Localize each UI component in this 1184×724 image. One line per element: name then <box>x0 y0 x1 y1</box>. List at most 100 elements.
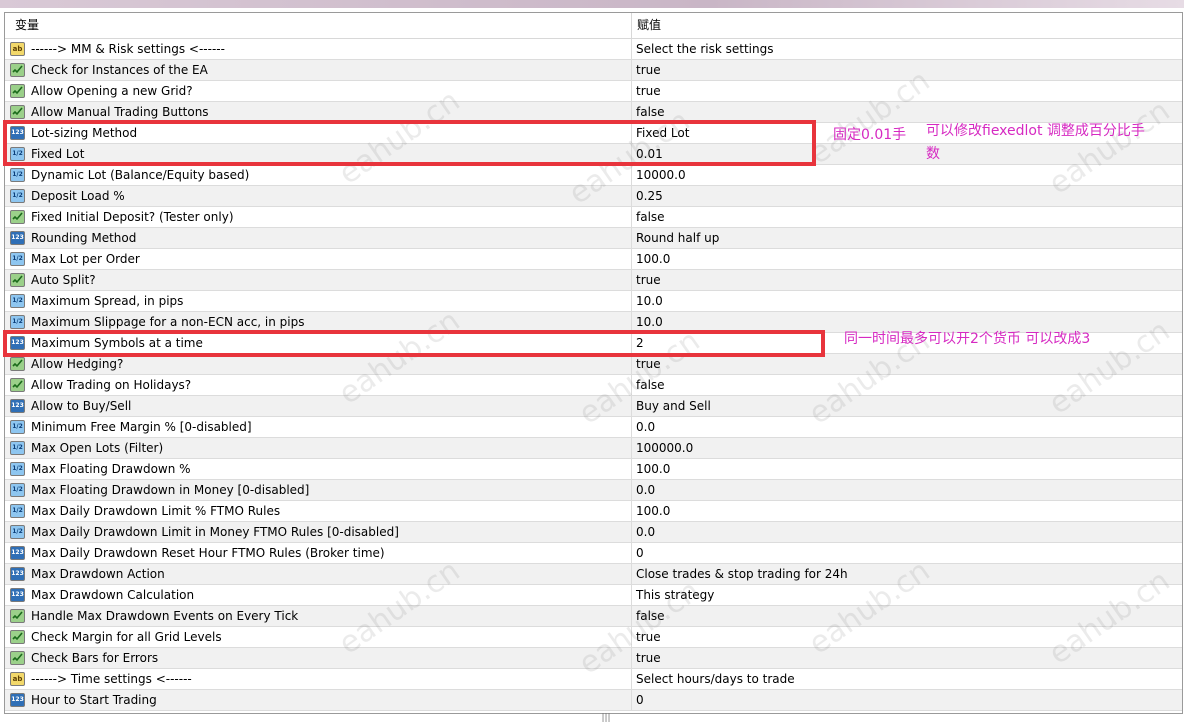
table-row[interactable]: 1/2 Dynamic Lot (Balance/Equity based) 100… <box>5 165 1182 186</box>
parameter-name: Dynamic Lot (Balance/Equity based) <box>31 168 250 182</box>
header-value[interactable]: 赋值 <box>637 13 661 38</box>
table-row[interactable]: 1/2 Max Daily Drawdown Limit % FTMO Rules… <box>5 501 1182 522</box>
column-divider <box>631 522 632 542</box>
parameter-value[interactable]: Close trades & stop trading for 24h <box>636 564 848 584</box>
header-variable[interactable]: 变量 <box>15 13 39 38</box>
double-type-icon: 1/2 <box>10 315 25 329</box>
boolean-check-icon <box>10 84 25 98</box>
table-row[interactable]: 123 Max Drawdown Calculation This strategy <box>5 585 1182 606</box>
table-row[interactable]: Handle Max Drawdown Events on Every Tick… <box>5 606 1182 627</box>
parameter-value[interactable]: 0.0 <box>636 480 655 500</box>
parameter-value[interactable]: This strategy <box>636 585 714 605</box>
parameter-value[interactable]: Fixed Lot <box>636 123 689 143</box>
parameter-value[interactable]: Round half up <box>636 228 719 248</box>
table-row[interactable]: 1/2 Minimum Free Margin % [0-disabled] 0.0 <box>5 417 1182 438</box>
column-divider <box>631 690 632 710</box>
table-row[interactable]: 123 Allow to Buy/Sell Buy and Sell <box>5 396 1182 417</box>
parameter-value[interactable]: 100000.0 <box>636 438 693 458</box>
integer-type-icon: 123 <box>10 231 25 245</box>
resize-grip[interactable]: ||| <box>600 713 612 723</box>
parameter-value[interactable]: true <box>636 270 661 290</box>
parameter-value[interactable]: true <box>636 354 661 374</box>
integer-type-icon: 123 <box>10 546 25 560</box>
string-type-icon: ab <box>10 42 25 56</box>
parameter-value[interactable]: 100.0 <box>636 501 670 521</box>
integer-type-icon: 123 <box>10 693 25 707</box>
table-row[interactable]: Check Margin for all Grid Levels true <box>5 627 1182 648</box>
parameter-value[interactable]: Select hours/days to trade <box>636 669 795 689</box>
parameter-value[interactable]: Select the risk settings <box>636 39 773 59</box>
parameter-value[interactable]: true <box>636 627 661 647</box>
table-row[interactable]: 123 Rounding Method Round half up <box>5 228 1182 249</box>
column-divider <box>631 81 632 101</box>
integer-type-icon: 123 <box>10 126 25 140</box>
table-row[interactable]: 1/2 Max Open Lots (Filter) 100000.0 <box>5 438 1182 459</box>
table-row[interactable]: 1/2 Fixed Lot 0.01 <box>5 144 1182 165</box>
parameter-value[interactable]: 0.01 <box>636 144 663 164</box>
table-row[interactable]: 123 Max Drawdown Action Close trades & sto… <box>5 564 1182 585</box>
parameter-value[interactable]: true <box>636 648 661 668</box>
boolean-check-icon <box>10 630 25 644</box>
parameter-name: Handle Max Drawdown Events on Every Tick <box>31 609 299 623</box>
parameter-value[interactable]: true <box>636 60 661 80</box>
integer-type-icon: 123 <box>10 336 25 350</box>
table-row[interactable]: 1/2 Max Floating Drawdown in Money [0-dis… <box>5 480 1182 501</box>
parameter-value[interactable]: false <box>636 375 665 395</box>
boolean-check-icon <box>10 357 25 371</box>
parameter-value[interactable]: false <box>636 606 665 626</box>
parameter-name: Max Daily Drawdown Limit in Money FTMO R… <box>31 525 399 539</box>
table-row[interactable]: 1/2 Deposit Load % 0.25 <box>5 186 1182 207</box>
header-column-divider[interactable] <box>631 13 632 38</box>
column-divider <box>631 564 632 584</box>
parameter-name: Allow Opening a new Grid? <box>31 84 193 98</box>
double-type-icon: 1/2 <box>10 525 25 539</box>
table-row[interactable]: Auto Split? true <box>5 270 1182 291</box>
parameter-value[interactable]: true <box>636 81 661 101</box>
table-row[interactable]: 1/2 Maximum Spread, in pips 10.0 <box>5 291 1182 312</box>
parameter-value[interactable]: Buy and Sell <box>636 396 711 416</box>
table-row[interactable]: 1/2 Max Daily Drawdown Limit in Money FTM… <box>5 522 1182 543</box>
column-divider <box>631 270 632 290</box>
parameter-value[interactable]: 10.0 <box>636 312 663 332</box>
parameter-value[interactable]: 100.0 <box>636 459 670 479</box>
parameter-value[interactable]: 100.0 <box>636 249 670 269</box>
table-row[interactable]: 123 Max Daily Drawdown Reset Hour FTMO Ru… <box>5 543 1182 564</box>
double-type-icon: 1/2 <box>10 483 25 497</box>
parameter-name: Max Drawdown Action <box>31 567 165 581</box>
parameter-value[interactable]: false <box>636 102 665 122</box>
parameter-value[interactable]: 0 <box>636 543 644 563</box>
column-divider <box>631 543 632 563</box>
parameter-name: Fixed Initial Deposit? (Tester only) <box>31 210 234 224</box>
parameter-value[interactable]: 10000.0 <box>636 165 686 185</box>
parameter-name: Check Bars for Errors <box>31 651 159 665</box>
table-row[interactable]: 123 Hour to Start Trading 0 <box>5 690 1182 711</box>
parameter-value[interactable]: false <box>636 207 665 227</box>
table-row[interactable]: Allow Manual Trading Buttons false <box>5 102 1182 123</box>
table-row[interactable]: Check Bars for Errors true <box>5 648 1182 669</box>
table-row[interactable]: ab ------> Time settings <------ Select ho… <box>5 669 1182 690</box>
column-divider <box>631 333 632 353</box>
column-divider <box>631 207 632 227</box>
parameter-value[interactable]: 0.25 <box>636 186 663 206</box>
table-row[interactable]: Allow Trading on Holidays? false <box>5 375 1182 396</box>
table-row[interactable]: 1/2 Max Lot per Order 100.0 <box>5 249 1182 270</box>
table-row[interactable]: Check for Instances of the EA true <box>5 60 1182 81</box>
parameter-name: Deposit Load % <box>31 189 125 203</box>
table-row[interactable]: ab ------> MM & Risk settings <------ Sele… <box>5 39 1182 60</box>
table-row[interactable]: 1/2 Max Floating Drawdown % 100.0 <box>5 459 1182 480</box>
table-row[interactable]: Allow Hedging? true <box>5 354 1182 375</box>
parameter-name: Max Daily Drawdown Reset Hour FTMO Rules… <box>31 546 385 560</box>
parameter-value[interactable]: 0 <box>636 690 644 710</box>
table-row[interactable]: Allow Opening a new Grid? true <box>5 81 1182 102</box>
boolean-check-icon <box>10 651 25 665</box>
parameter-name: ------> Time settings <------ <box>31 672 192 686</box>
parameter-value[interactable]: 0.0 <box>636 522 655 542</box>
column-divider <box>631 585 632 605</box>
parameter-value[interactable]: 2 <box>636 333 644 353</box>
column-divider <box>631 606 632 626</box>
table-row[interactable]: Fixed Initial Deposit? (Tester only) fals… <box>5 207 1182 228</box>
parameter-value[interactable]: 10.0 <box>636 291 663 311</box>
column-divider <box>631 396 632 416</box>
parameter-name: Allow Manual Trading Buttons <box>31 105 209 119</box>
parameter-value[interactable]: 0.0 <box>636 417 655 437</box>
